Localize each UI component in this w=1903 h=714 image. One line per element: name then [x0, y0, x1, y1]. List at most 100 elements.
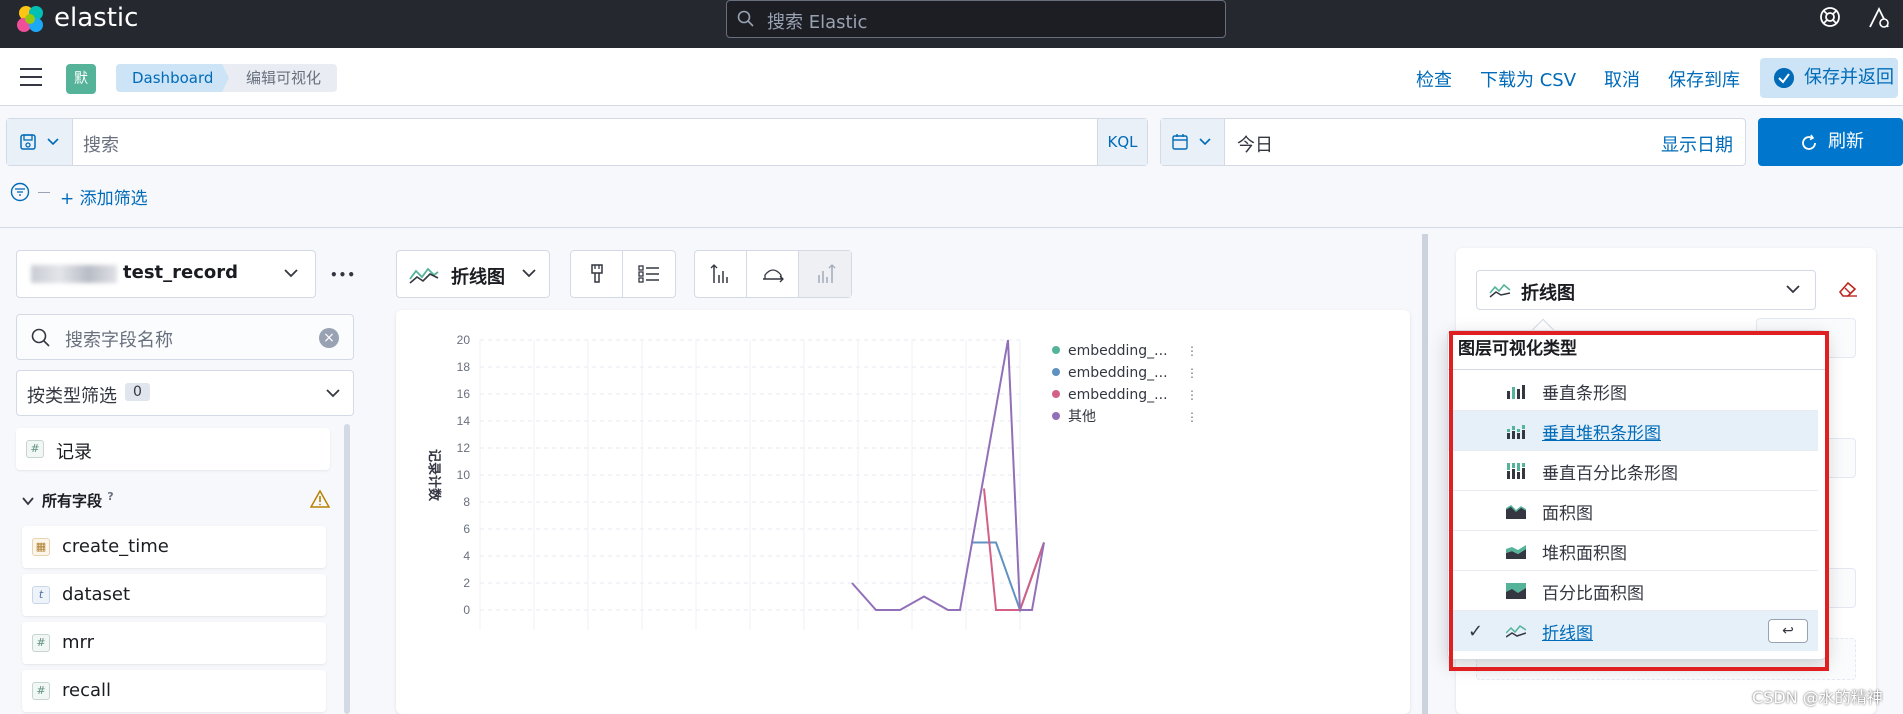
- field-item-create-time[interactable]: ▦ create_time: [22, 526, 326, 568]
- number-type-icon: #: [32, 634, 50, 652]
- cancel-link[interactable]: 取消: [1604, 66, 1640, 92]
- y-tick-label: 4: [463, 549, 470, 563]
- refresh-icon: [1802, 134, 1816, 150]
- field-list-sidebar: test_record ••• 搜索字段名称 × 按类型筛选 0 # 记录 所有…: [0, 228, 370, 714]
- date-range-value: 今日: [1237, 135, 1273, 156]
- clear-layer-icon[interactable]: [1838, 280, 1858, 298]
- legend-label: embedding_...: [1068, 343, 1168, 359]
- line-chart[interactable]: 0 2 4 6 8 10 12 14 16 18 20 记录计数 embedding_... ⋮ embed…: [396, 310, 1410, 714]
- global-search-input[interactable]: 搜索 Elastic: [726, 0, 1226, 38]
- number-type-icon: #: [26, 440, 44, 458]
- search-icon: [31, 328, 50, 347]
- show-dates-link[interactable]: 显示日期: [1661, 131, 1733, 157]
- axis-button-group: [694, 250, 852, 298]
- legend-label: embedding_...: [1068, 387, 1168, 403]
- y-tick-label: 14: [457, 414, 471, 428]
- field-item-records[interactable]: # 记录: [16, 428, 330, 470]
- right-axis-icon: [818, 264, 836, 283]
- y-tick-label: 20: [457, 333, 471, 347]
- save-to-library-link[interactable]: 保存到库: [1668, 66, 1740, 92]
- warning-icon[interactable]: [310, 490, 330, 508]
- all-fields-label: 所有字段: [42, 492, 103, 510]
- breadcrumb-dashboard[interactable]: Dashboard: [116, 64, 236, 92]
- field-item-recall[interactable]: # recall: [22, 670, 326, 712]
- chart-type-selector[interactable]: 折线图: [396, 250, 550, 298]
- download-csv-link[interactable]: 下载为 CSV: [1480, 66, 1576, 92]
- search-icon: [737, 10, 754, 27]
- legend-swatch: [1052, 346, 1060, 354]
- legend-swatch: [1052, 390, 1060, 398]
- layer-chart-type-label: 折线图: [1521, 283, 1575, 304]
- save-and-return-button[interactable]: 保存并返回: [1760, 58, 1898, 98]
- legend-options-button[interactable]: [623, 251, 675, 297]
- query-language-button[interactable]: KQL: [1097, 119, 1147, 165]
- annotation-highlight-box: [1449, 331, 1829, 671]
- date-picker[interactable]: 今日 显示日期: [1160, 118, 1746, 166]
- more-options-icon[interactable]: •••: [330, 268, 356, 282]
- help-icon[interactable]: [1818, 5, 1842, 29]
- all-fields-accordion[interactable]: 所有字段 ?: [22, 490, 114, 511]
- space-avatar[interactable]: 默: [66, 64, 96, 94]
- add-filter-button[interactable]: + 添加筛选: [60, 184, 148, 209]
- clear-search-icon[interactable]: ×: [319, 328, 339, 348]
- y-tick-label: 16: [457, 387, 471, 401]
- line-chart-icon: [409, 267, 439, 284]
- chart-panel: 0 2 4 6 8 10 12 14 16 18 20 记录计数 embedding_... ⋮ embed…: [396, 310, 1410, 714]
- line-chart-icon: [1489, 283, 1511, 298]
- user-menu-icon[interactable]: [1866, 5, 1892, 31]
- menu-toggle-icon[interactable]: [20, 68, 42, 86]
- data-view-selector[interactable]: test_record: [16, 250, 316, 298]
- brand-name: elastic: [54, 3, 139, 33]
- inspect-link[interactable]: 检查: [1416, 66, 1452, 92]
- help-tooltip-icon[interactable]: ?: [107, 490, 113, 503]
- data-view-name: test_record: [123, 262, 239, 283]
- legend-action-icon: ⋮: [1186, 366, 1198, 380]
- legend-label: embedding_...: [1068, 365, 1168, 381]
- right-axis-button[interactable]: [799, 251, 851, 297]
- legend-action-icon: ⋮: [1186, 410, 1198, 424]
- sidebar-scrollbar[interactable]: [344, 424, 350, 714]
- query-search-input[interactable]: 搜索 KQL: [6, 118, 1148, 166]
- query-bar: 搜索 KQL 今日 显示日期 刷新 + 添加筛选: [0, 106, 1903, 228]
- y-tick-label: 2: [463, 576, 470, 590]
- chart-type-label: 折线图: [451, 267, 505, 288]
- type-filter-count-badge: 0: [125, 383, 150, 401]
- legend-label: 其他: [1068, 409, 1096, 425]
- saved-query-menu-button[interactable]: [7, 119, 73, 165]
- y-tick-label: 0: [463, 603, 470, 617]
- legend-action-icon: ⋮: [1186, 344, 1198, 358]
- data-view-prefix-redacted: [31, 265, 117, 283]
- left-axis-button[interactable]: [695, 251, 747, 297]
- type-filter-dropdown[interactable]: 按类型筛选 0: [16, 370, 354, 416]
- elastic-logo-icon[interactable]: [14, 3, 48, 37]
- text-type-icon: t: [32, 586, 50, 604]
- watermark-text: CSDN @水的精神: [1752, 688, 1883, 707]
- panel-resize-handle[interactable]: [1422, 234, 1428, 714]
- y-tick-label: 8: [463, 495, 470, 509]
- chevron-down-icon: [522, 269, 536, 278]
- field-search-input[interactable]: 搜索字段名称 ×: [16, 314, 354, 360]
- paintbrush-icon: [590, 264, 603, 283]
- y-tick-label: 6: [463, 522, 470, 536]
- field-name: 记录: [56, 442, 92, 463]
- y-tick-label: 10: [457, 468, 471, 482]
- field-name: recall: [62, 680, 112, 701]
- refresh-label: 刷新: [1828, 131, 1864, 152]
- bottom-axis-button[interactable]: [747, 251, 799, 297]
- layer-chart-type-selector[interactable]: 折线图: [1476, 270, 1816, 310]
- filter-icon[interactable]: [10, 182, 30, 202]
- quick-date-menu-button[interactable]: [1161, 119, 1225, 165]
- field-item-mrr[interactable]: # mrr: [22, 622, 326, 664]
- chevron-down-icon: [284, 269, 298, 278]
- field-name: dataset: [62, 584, 131, 605]
- number-type-icon: #: [32, 682, 50, 700]
- workspace: 折线图 0 2 4 6 8 10 12 14 16 18 20 记录计数 embedding_... ⋮ e…: [380, 228, 1422, 714]
- refresh-button[interactable]: 刷新: [1758, 118, 1903, 166]
- legend-swatch: [1052, 368, 1060, 376]
- query-search-placeholder: 搜索: [83, 135, 119, 156]
- field-item-dataset[interactable]: t dataset: [22, 574, 326, 616]
- calendar-icon: [1172, 134, 1188, 150]
- bottom-axis-icon: [762, 269, 784, 283]
- visual-options-button[interactable]: [571, 251, 623, 297]
- left-axis-icon: [710, 264, 728, 283]
